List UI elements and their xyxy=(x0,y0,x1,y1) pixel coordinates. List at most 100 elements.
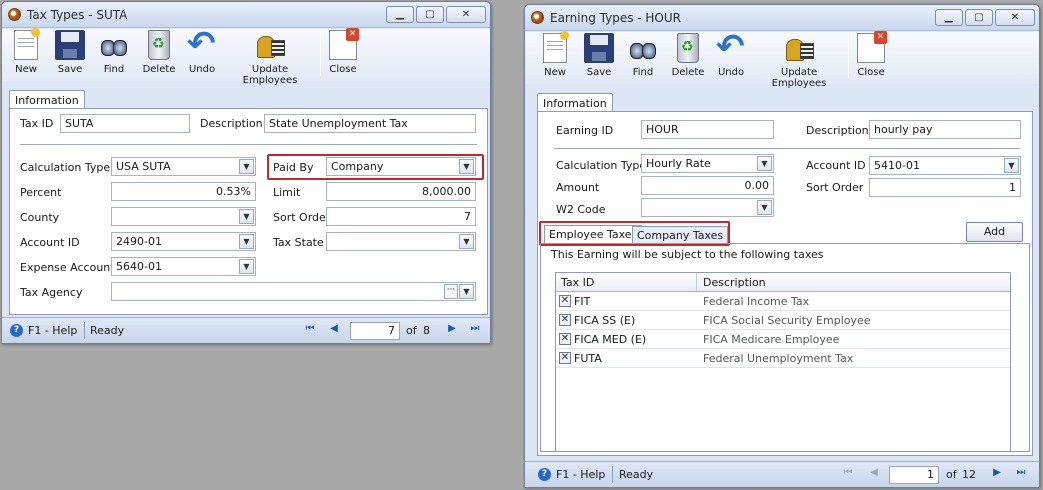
account-id-select[interactable]: 5410-01 ▼ xyxy=(869,156,1021,175)
close-window-button[interactable]: ✕ xyxy=(446,6,486,23)
calculation-type-select[interactable]: Hourly Rate ▼ xyxy=(641,154,774,173)
help-icon[interactable]: ? xyxy=(538,468,551,481)
chevron-down-icon[interactable]: ▼ xyxy=(239,209,254,224)
row-tax-id: FICA MED (E) xyxy=(574,333,647,346)
undo-button[interactable]: Undo xyxy=(186,24,218,75)
close-button[interactable]: Close xyxy=(854,31,888,78)
delete-label: Delete xyxy=(671,67,705,78)
maximize-button[interactable]: ▢ xyxy=(416,6,444,23)
col-tax-id-header[interactable]: Tax ID xyxy=(561,276,594,289)
record-number-field[interactable]: 7 xyxy=(350,322,400,340)
description-field[interactable]: State Unemployment Tax xyxy=(264,114,476,133)
save-button[interactable]: Save xyxy=(54,30,86,75)
calculation-type-select[interactable]: USA SUTA ▼ xyxy=(111,157,256,176)
first-record-icon[interactable]: ⏮ xyxy=(842,467,854,478)
paid-by-select[interactable]: Company ▼ xyxy=(326,157,476,176)
close-label: Close xyxy=(329,64,357,75)
remove-checkbox-icon[interactable]: ✕ xyxy=(559,295,571,307)
update-employees-button[interactable]: Update Employees xyxy=(757,33,841,89)
sort-order-field[interactable]: 1 xyxy=(869,178,1021,197)
chevron-down-icon[interactable]: ▼ xyxy=(1004,158,1019,173)
close-window-button[interactable]: ✕ xyxy=(995,9,1035,26)
amount-field[interactable]: 0.00 xyxy=(641,176,774,195)
county-select[interactable]: ▼ xyxy=(111,207,256,226)
remove-checkbox-icon[interactable]: ✕ xyxy=(559,314,571,326)
last-record-icon[interactable]: ⏭ xyxy=(469,323,481,334)
tax-id-label: Tax ID xyxy=(20,117,54,130)
next-record-icon[interactable]: ▶ xyxy=(991,467,1003,478)
account-id-select[interactable]: 2490-01 ▼ xyxy=(111,232,256,251)
information-panel: Earning ID HOUR Description hourly pay C… xyxy=(537,111,1033,456)
tab-information[interactable]: Information xyxy=(9,90,85,110)
recycle-bin-icon xyxy=(148,30,170,60)
remove-checkbox-icon[interactable]: ✕ xyxy=(559,333,571,345)
last-record-icon[interactable]: ⏭ xyxy=(1015,467,1027,478)
ellipsis-icon[interactable]: ··· xyxy=(444,284,458,299)
save-button[interactable]: Save xyxy=(583,33,615,78)
toolbar: New Save Find Delete Undo Update Employe… xyxy=(525,27,1039,89)
county-label: County xyxy=(20,211,60,224)
new-button[interactable]: New xyxy=(539,31,571,78)
find-label: Find xyxy=(103,64,125,75)
next-record-icon[interactable]: ▶ xyxy=(446,323,458,334)
table-row[interactable]: ✕ FICA SS (E) FICA Social Security Emplo… xyxy=(556,311,1010,330)
chevron-down-icon[interactable]: ▼ xyxy=(459,234,474,249)
minimize-button[interactable]: ▁ xyxy=(386,6,414,23)
table-row[interactable]: ✕ FICA MED (E) FICA Medicare Employee xyxy=(556,330,1010,349)
delete-button[interactable]: Delete xyxy=(671,33,705,78)
delete-button[interactable]: Delete xyxy=(142,30,176,75)
tab-information[interactable]: Information xyxy=(537,93,613,113)
first-record-icon[interactable]: ⏮ xyxy=(304,323,316,334)
table-row[interactable]: ✕ FUTA Federal Unemployment Tax xyxy=(556,349,1010,368)
tax-state-select[interactable]: ▼ xyxy=(326,232,476,251)
account-id-value: 2490-01 xyxy=(116,235,162,248)
remove-checkbox-icon[interactable]: ✕ xyxy=(559,352,571,364)
table-row[interactable]: ✕ FIT Federal Income Tax xyxy=(556,292,1010,311)
help-text[interactable]: F1 - Help xyxy=(28,324,77,337)
record-number-field[interactable]: 1 xyxy=(889,466,939,484)
update-employees-icon xyxy=(782,33,816,63)
tax-id-field[interactable]: SUTA xyxy=(60,114,190,133)
record-total: 8 xyxy=(423,324,430,337)
new-button[interactable]: New xyxy=(10,28,42,75)
title-bar[interactable]: Earning Types - HOUR ▁ ▢ ✕ xyxy=(525,5,1039,31)
w2-code-select[interactable]: ▼ xyxy=(641,198,774,217)
calculation-type-label: Calculation Type xyxy=(20,161,111,174)
chevron-down-icon[interactable]: ▼ xyxy=(757,200,772,215)
help-icon[interactable]: ? xyxy=(10,324,23,337)
paid-by-value: Company xyxy=(331,160,384,173)
description-label: Description xyxy=(200,117,263,130)
chevron-down-icon[interactable]: ▼ xyxy=(459,159,474,174)
minimize-button[interactable]: ▁ xyxy=(935,9,963,26)
chevron-down-icon[interactable]: ▼ xyxy=(239,259,254,274)
limit-field[interactable]: 8,000.00 xyxy=(326,182,476,201)
description-field[interactable]: hourly pay xyxy=(869,120,1021,139)
toolbar: New Save Find Delete Undo Update Employe… xyxy=(2,24,490,86)
chevron-down-icon[interactable]: ▼ xyxy=(757,156,772,171)
tab-employee-taxes[interactable]: Employee Taxes xyxy=(544,225,643,243)
tab-company-taxes[interactable]: Company Taxes xyxy=(632,226,729,244)
title-bar[interactable]: Tax Types - SUTA ▁ ▢ ✕ xyxy=(2,2,490,28)
col-description-header[interactable]: Description xyxy=(703,276,766,289)
sort-order-field[interactable]: 7 xyxy=(326,207,476,226)
chevron-down-icon[interactable]: ▼ xyxy=(239,234,254,249)
previous-record-icon[interactable]: ◀ xyxy=(868,467,880,478)
chevron-down-icon[interactable]: ▼ xyxy=(239,159,254,174)
undo-button[interactable]: Undo xyxy=(715,27,747,78)
earning-id-field[interactable]: HOUR xyxy=(641,120,774,139)
find-button[interactable]: Find xyxy=(98,30,130,75)
update-employees-button[interactable]: Update Employees xyxy=(228,30,312,86)
earning-id-label: Earning ID xyxy=(556,124,614,137)
maximize-button[interactable]: ▢ xyxy=(965,9,993,26)
chevron-down-icon[interactable]: ▼ xyxy=(459,284,474,299)
close-button[interactable]: Close xyxy=(326,28,360,75)
find-button[interactable]: Find xyxy=(627,33,659,78)
help-text[interactable]: F1 - Help xyxy=(556,468,605,481)
previous-record-icon[interactable]: ◀ xyxy=(328,323,340,334)
tax-agency-select[interactable]: ··· ▼ xyxy=(111,282,476,301)
percent-field[interactable]: 0.53% xyxy=(111,182,256,201)
calculation-type-value: USA SUTA xyxy=(116,160,171,173)
percent-label: Percent xyxy=(20,186,62,199)
expense-account-select[interactable]: 5640-01 ▼ xyxy=(111,257,256,276)
add-button[interactable]: Add xyxy=(966,222,1023,242)
